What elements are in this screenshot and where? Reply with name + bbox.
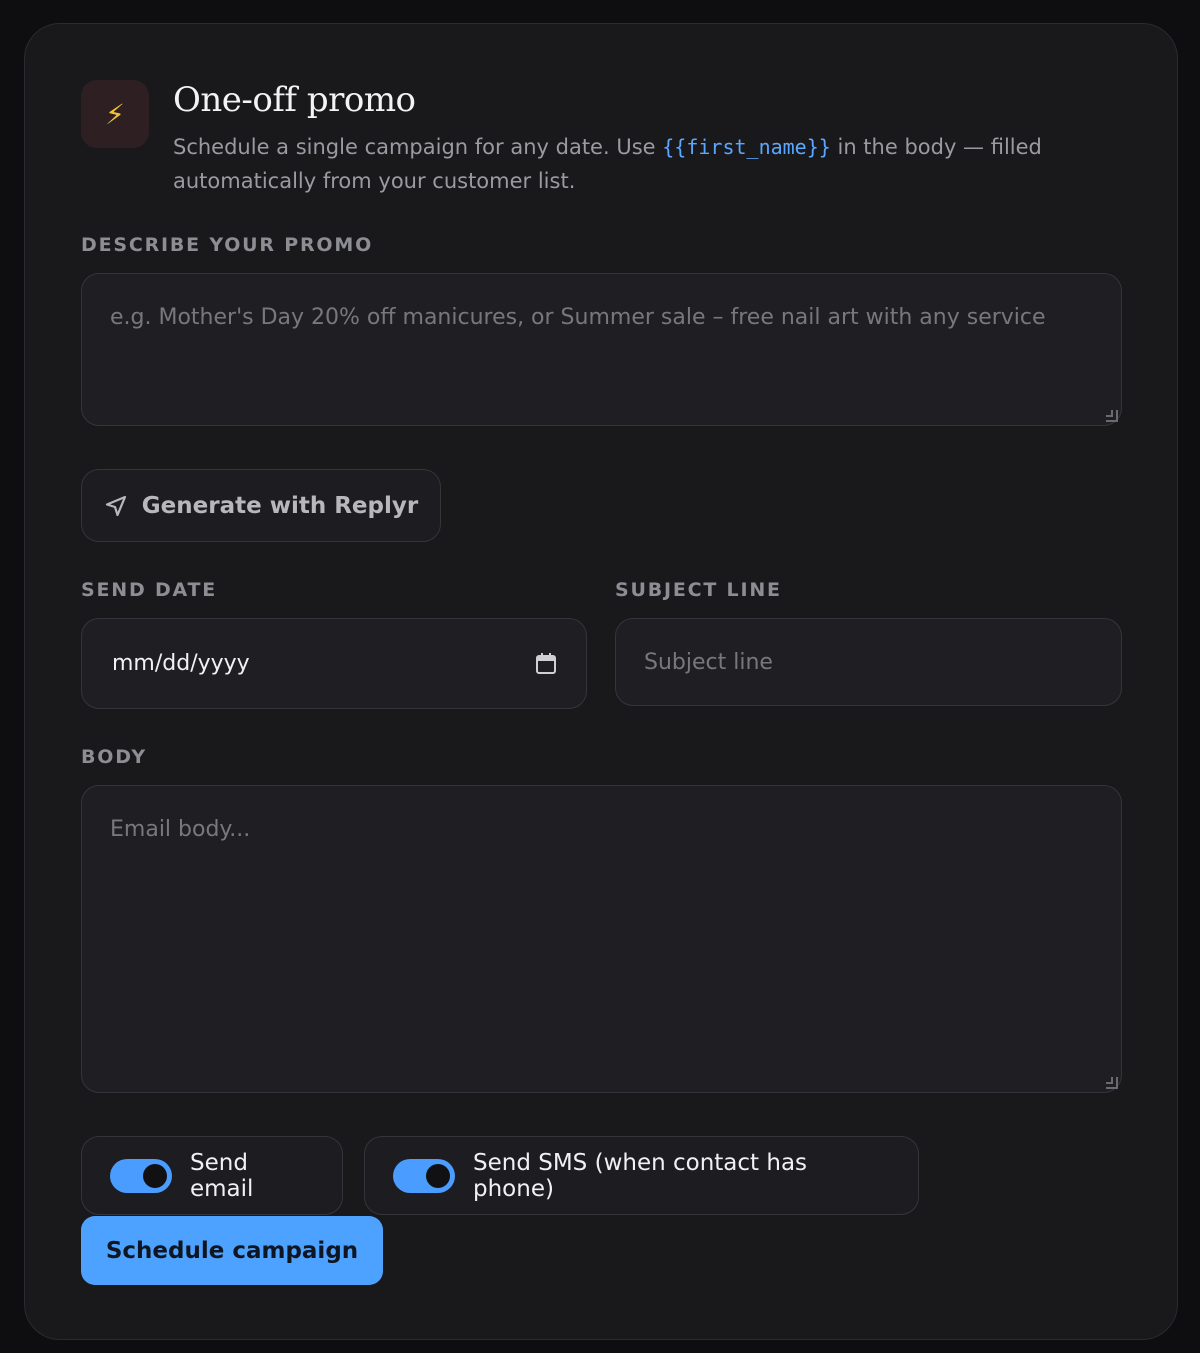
promo-card: ⚡ One-off promo Schedule a single campai…	[24, 23, 1178, 1340]
body-label: Body	[81, 746, 147, 768]
send-email-toggle-container[interactable]: Send email	[81, 1136, 343, 1215]
send-sms-label: Send SMS (when contact has phone)	[473, 1149, 808, 1202]
email-body-input[interactable]	[81, 785, 1122, 1093]
send-sms-toggle-container[interactable]: Send SMS (when contact has phone)	[364, 1136, 919, 1215]
send-email-switch[interactable]	[110, 1158, 172, 1193]
page-description: Schedule a single campaign for any date.…	[173, 130, 1073, 198]
subject-line-label: Subject line	[615, 579, 782, 601]
body-resize-handle[interactable]	[1106, 1077, 1118, 1089]
generate-button-label: Generate with Replyr	[141, 492, 419, 519]
send-sms-switch[interactable]	[393, 1158, 455, 1193]
send-date-label: Send date	[81, 579, 218, 601]
lightning-bolt-icon: ⚡	[81, 80, 149, 148]
promo-description-input[interactable]	[81, 273, 1122, 426]
promo-label: Describe your promo	[81, 234, 374, 256]
send-date-input[interactable]: mm/dd/yyyy	[81, 618, 587, 709]
generate-with-replyr-button[interactable]: Generate with Replyr	[81, 469, 441, 542]
page-title: One-off promo	[173, 80, 416, 120]
first-name-token: {{first_name}}	[662, 135, 831, 159]
subject-line-input[interactable]	[615, 618, 1122, 706]
description-text-start: Schedule a single campaign for any date.…	[173, 135, 663, 159]
send-email-label: Send email	[190, 1149, 254, 1202]
send-arrow-icon	[105, 495, 126, 516]
send-date-value: mm/dd/yyyy	[112, 651, 250, 676]
promo-resize-handle[interactable]	[1106, 410, 1118, 422]
schedule-campaign-button[interactable]: Schedule campaign	[81, 1216, 383, 1285]
calendar-icon[interactable]	[536, 652, 556, 675]
